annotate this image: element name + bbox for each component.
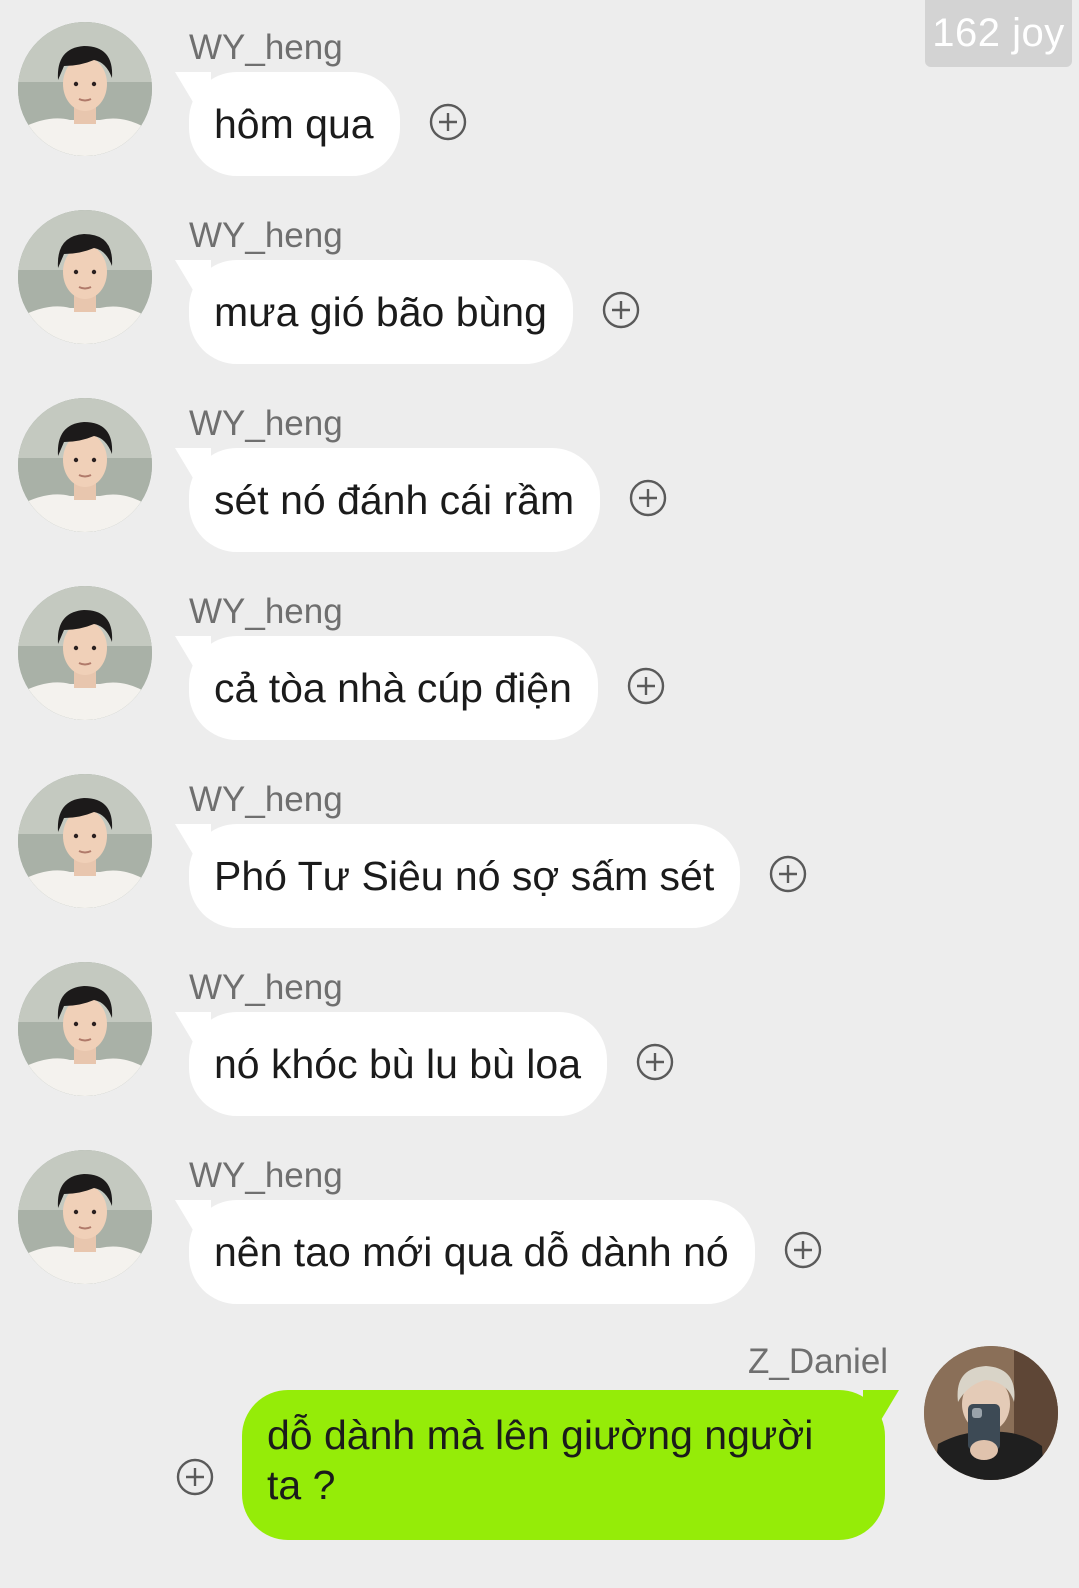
avatar[interactable] [18,774,152,908]
plus-circle-icon[interactable] [768,854,808,894]
avatar[interactable] [18,22,152,156]
sender-name: WY_heng [189,1156,343,1195]
message-row: WY_heng sét nó đánh cái rầm [0,376,1079,552]
message-bubble[interactable]: nó khóc bù lu bù loa [189,1012,607,1116]
avatar[interactable] [18,586,152,720]
plus-circle-icon[interactable] [783,1230,823,1270]
sender-name: WY_heng [189,28,343,67]
sender-name: WY_heng [189,216,343,255]
message-bubble[interactable]: Phó Tư Siêu nó sợ sấm sét [189,824,741,928]
avatar[interactable] [18,210,152,344]
plus-circle-icon[interactable] [628,478,668,518]
message-bubble[interactable]: sét nó đánh cái rầm [189,448,601,552]
message-bubble[interactable]: nên tao mới qua dỗ dành nó [189,1200,755,1304]
plus-circle-icon[interactable] [601,290,641,330]
message-text-line: dỗ dành mà lên giường người [267,1412,814,1458]
message-row: WY_heng nó khóc bù lu bù loa [0,940,1079,1116]
message-row: WY_heng Phó Tư Siêu nó sợ sấm sét [0,752,1079,928]
message-bubble-outgoing[interactable]: dỗ dành mà lên giường người ta ? [242,1390,885,1540]
message-row: WY_heng cả tòa nhà cúp điện [0,564,1079,740]
message-row: WY_heng mưa gió bão bùng [0,188,1079,364]
message-bubble[interactable]: mưa gió bão bùng [189,260,573,364]
message-row: WY_heng nên tao mới qua dỗ dành nó [0,1128,1079,1304]
plus-circle-icon[interactable] [635,1042,675,1082]
message-bubble[interactable]: hôm qua [189,72,400,176]
sender-name: WY_heng [189,592,343,631]
message-text-line: ta ? [267,1462,336,1508]
sender-name: Z_Daniel [748,1342,889,1381]
message-bubble[interactable]: cả tòa nhà cúp điện [189,636,598,740]
avatar[interactable] [924,1346,1058,1480]
plus-circle-icon[interactable] [428,102,468,142]
plus-circle-icon[interactable] [626,666,666,706]
sender-name: WY_heng [189,968,343,1007]
sender-name: WY_heng [189,404,343,443]
sender-name: WY_heng [189,780,343,819]
avatar[interactable] [18,398,152,532]
avatar[interactable] [18,962,152,1096]
message-row: WY_heng hôm qua [0,0,1079,176]
plus-circle-icon[interactable] [175,1457,215,1497]
avatar[interactable] [18,1150,152,1284]
